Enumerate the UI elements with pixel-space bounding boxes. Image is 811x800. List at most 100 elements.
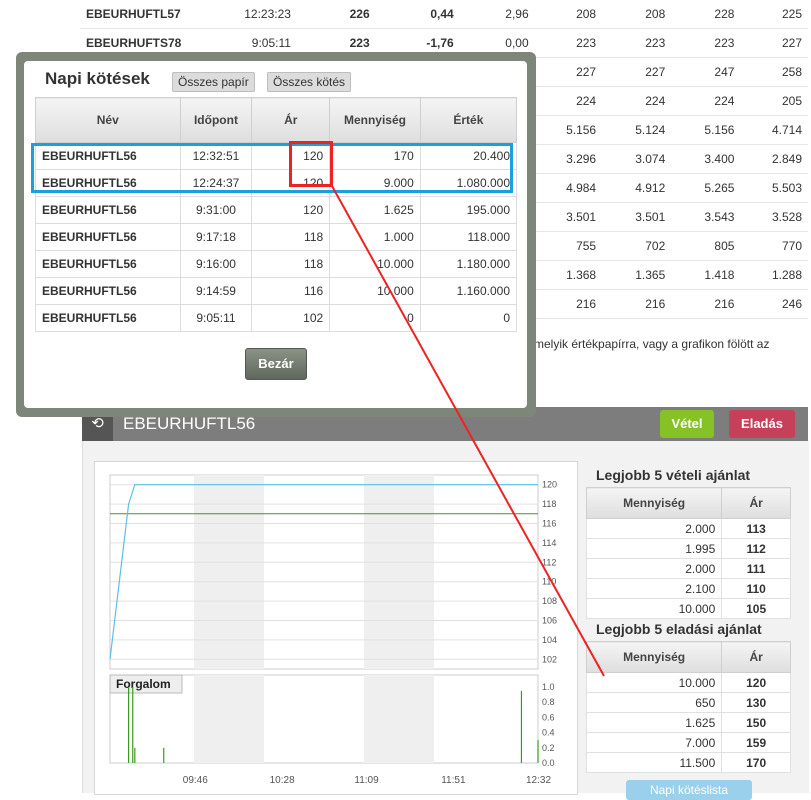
order-qty: 10.000: [585, 598, 723, 619]
col-header[interactable]: Időpont: [179, 97, 253, 143]
price-tick-label: 102: [542, 654, 557, 664]
order-qty: 10.000: [585, 672, 723, 693]
order-price: 113: [721, 518, 791, 539]
trade-cell: 116: [251, 277, 331, 305]
market-cell-c9: 205: [740, 86, 808, 116]
market-cell-c9: 225: [740, 0, 808, 29]
order-price: 170: [721, 752, 791, 773]
trade-cell: EBEURHUFTL56: [35, 277, 181, 305]
col-qty: Mennyiség: [585, 641, 723, 673]
trade-cell: 9:16:00: [179, 250, 253, 278]
order-qty: 2.000: [585, 558, 723, 579]
col-price: Ár: [721, 641, 791, 673]
trade-row: EBEURHUFTL56 9:16:00 118 10.000 1.180.000: [35, 250, 518, 278]
order-row: 2.100 110: [585, 578, 791, 599]
market-cell-c9: 2.849: [740, 144, 808, 174]
market-cell-name[interactable]: EBEURHUFTL57: [80, 0, 200, 29]
market-cell-c9: 227: [740, 28, 808, 58]
market-cell-c8: 228: [671, 0, 741, 29]
time-tick-label: 11:09: [354, 775, 379, 786]
daily-trades-button[interactable]: Napi kötéslista: [626, 780, 752, 800]
market-cell-c7: 5.124: [602, 115, 672, 145]
highlight-price: [289, 141, 333, 187]
market-cell-c9: 258: [740, 57, 808, 87]
market-cell-change: 0,44: [375, 0, 460, 29]
market-row[interactable]: EBEURHUFTL57 12:23:23 226 0,44 2,96 208 208 228…: [80, 0, 808, 29]
trade-cell: EBEURHUFTL56: [35, 250, 181, 278]
market-cell-c8: 223: [671, 28, 741, 58]
trade-cell: 0: [419, 304, 518, 332]
col-header[interactable]: Ár: [251, 97, 331, 143]
market-cell-c6: 3.296: [534, 144, 603, 174]
trade-cell: 9:05:11: [179, 304, 253, 332]
order-price: 130: [721, 692, 791, 713]
market-cell-price: 226: [296, 0, 376, 29]
volume-tick-label: 0.6: [542, 712, 555, 722]
market-cell-c6: 5.156: [534, 115, 603, 145]
order-price: 110: [721, 578, 791, 599]
trade-cell: EBEURHUFTL56: [35, 196, 181, 224]
time-tick-label: 09:46: [183, 775, 208, 786]
price-tick-label: 112: [542, 557, 556, 567]
market-cell-c8: 5.265: [671, 173, 741, 203]
market-cell-c7: 227: [602, 57, 672, 87]
market-cell-c9: 4.714: [740, 115, 808, 145]
volume-tick-label: 0.2: [542, 743, 555, 753]
market-cell-c6: 755: [534, 231, 603, 261]
price-tick-label: 106: [542, 616, 557, 626]
order-row: 650 130: [585, 692, 791, 713]
market-cell-c6: 4.984: [534, 173, 603, 203]
time-tick-label: 11:51: [441, 775, 466, 786]
trade-cell: 9:31:00: [179, 196, 253, 224]
market-cell-c9: 1.288: [740, 260, 808, 290]
trade-cell: 118: [251, 223, 331, 251]
volume-tick-label: 1.0: [542, 682, 555, 692]
market-cell-c8: 224: [671, 86, 741, 116]
order-qty: 1.625: [585, 712, 723, 733]
trade-cell: 9:17:18: [179, 223, 253, 251]
market-cell-c6: 223: [534, 28, 603, 58]
market-cell-c8: 247: [671, 57, 741, 87]
market-cell-c9: 246: [740, 289, 808, 319]
order-qty: 2.000: [585, 518, 723, 539]
help-text: melyik értékpapírra, vagy a grafikon föl…: [534, 337, 770, 351]
instrument-title: EBEURHUFTL56: [123, 414, 256, 433]
market-cell-c8: 805: [671, 231, 741, 261]
buy-button[interactable]: Vétel: [660, 410, 714, 438]
market-cell-c7: 3.074: [602, 144, 672, 174]
market-cell-c7: 216: [602, 289, 672, 319]
sell-orders-title: Legjobb 5 eladási ajánlat: [596, 621, 762, 637]
modal-title: Napi kötések: [45, 69, 150, 88]
order-qty: 7.000: [585, 732, 723, 753]
trade-cell: 9:14:59: [179, 277, 253, 305]
col-header[interactable]: Név: [35, 97, 181, 143]
highlight-rows: [31, 143, 513, 193]
col-header[interactable]: Érték: [419, 97, 518, 143]
price-tick-label: 110: [542, 577, 556, 587]
sell-button[interactable]: Eladás: [729, 410, 795, 438]
order-row: 1.995 112: [585, 538, 791, 559]
order-qty: 11.500: [585, 752, 723, 773]
order-row: 2.000 113: [585, 518, 791, 539]
price-tick-label: 114: [542, 538, 556, 548]
trade-cell: 1.625: [329, 196, 421, 224]
col-header[interactable]: Mennyiség: [329, 97, 421, 143]
order-qty: 2.100: [585, 578, 723, 599]
order-price: 111: [721, 558, 791, 579]
close-button[interactable]: Bezár: [245, 348, 307, 380]
buy-orders-table: Mennyiség Ár 2.000 113 1.995 112 2.000 111 2.1…: [585, 487, 791, 619]
order-row: 10.000 120: [585, 672, 791, 693]
trade-row: EBEURHUFTL56 9:31:00 120 1.625 195.000: [35, 196, 518, 224]
all-trades-button[interactable]: Összes kötés: [267, 72, 352, 92]
market-cell-c7: 1.365: [602, 260, 672, 290]
price-tick-label: 104: [542, 635, 557, 645]
market-cell-c8: 216: [671, 289, 741, 319]
price-chart: 120 118 116 114 112 110 108 106 104 102 Forgalom 1.…: [109, 474, 557, 786]
market-cell-time: 12:23:23: [199, 0, 297, 29]
all-papers-button[interactable]: Összes papír: [172, 72, 255, 92]
trade-cell: EBEURHUFTL56: [35, 304, 181, 332]
order-price: 120: [721, 672, 791, 693]
price-tick-label: 118: [542, 499, 556, 509]
volume-tick-label: 0.8: [542, 697, 555, 707]
trade-row: EBEURHUFTL56 9:14:59 116 10.000 1.160.000: [35, 277, 518, 305]
